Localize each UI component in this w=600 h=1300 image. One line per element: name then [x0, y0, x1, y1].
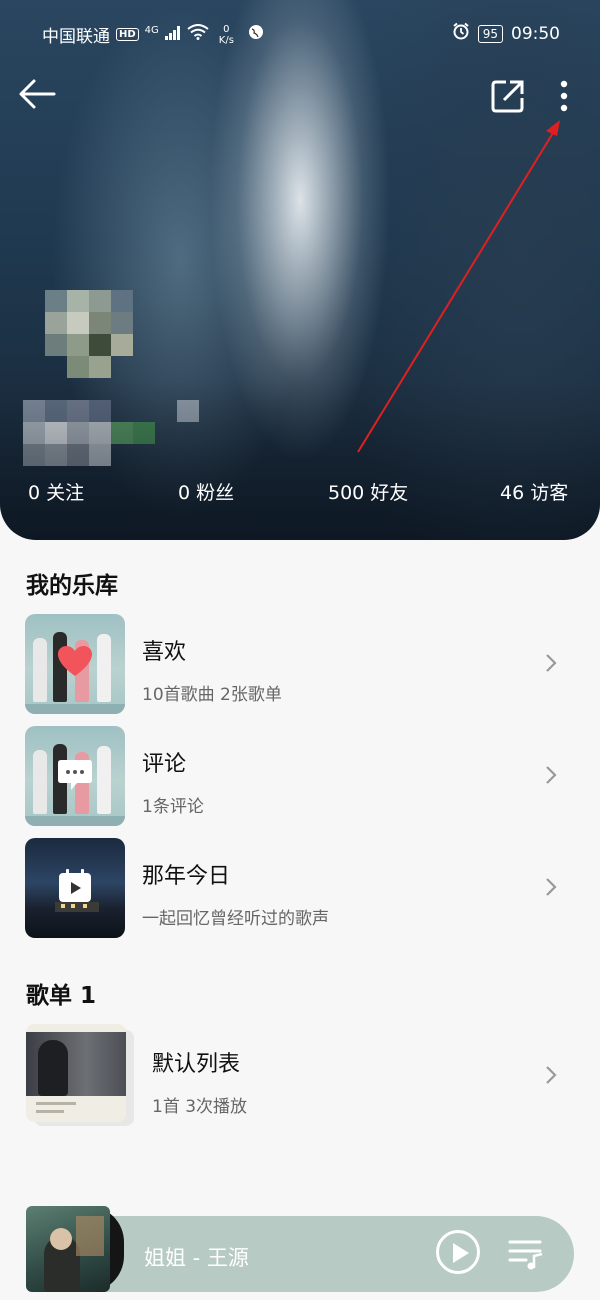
calendar-play-icon [59, 869, 91, 902]
playlist-item-default[interactable]: 默认列表 1首 3次播放 [0, 1024, 600, 1128]
playlist-subtitle: 1首 3次播放 [152, 1097, 248, 1117]
library-section-title: 我的乐库 [26, 573, 118, 599]
playlist-cover [26, 1024, 134, 1126]
comment-icon [58, 760, 92, 790]
comments-subtitle: 1条评论 [142, 797, 204, 817]
playlist-queue-button[interactable] [508, 1238, 546, 1274]
chevron-right-icon [546, 1066, 557, 1084]
play-icon [453, 1243, 469, 1263]
annotation-arrow [357, 120, 560, 453]
library-item-likes[interactable]: 喜欢 10首歌曲 2张歌单 [0, 614, 600, 718]
now-playing-title: 姐姐 - 王源 [144, 1246, 249, 1270]
comments-title: 评论 [142, 752, 187, 777]
library-item-on-this-day[interactable]: 那年今日 一起回忆曾经听过的歌声 [0, 838, 600, 942]
heart-icon [58, 646, 92, 676]
likes-subtitle: 10首歌曲 2张歌单 [142, 685, 282, 705]
queue-list-icon [508, 1240, 543, 1270]
on-this-day-subtitle: 一起回忆曾经听过的歌声 [142, 909, 329, 929]
play-button[interactable] [436, 1230, 480, 1274]
on-this-day-thumbnail [25, 838, 125, 938]
chevron-right-icon [546, 654, 557, 672]
chevron-right-icon [546, 878, 557, 896]
on-this-day-title: 那年今日 [142, 864, 231, 889]
playlist-title: 默认列表 [152, 1052, 241, 1077]
library-item-comments[interactable]: 评论 1条评论 [0, 726, 600, 830]
likes-title: 喜欢 [142, 640, 187, 665]
comments-thumbnail [25, 726, 125, 826]
likes-thumbnail [25, 614, 125, 714]
album-art[interactable] [26, 1206, 124, 1292]
playlists-section-title: 歌单 1 [26, 983, 97, 1009]
chevron-right-icon [546, 766, 557, 784]
